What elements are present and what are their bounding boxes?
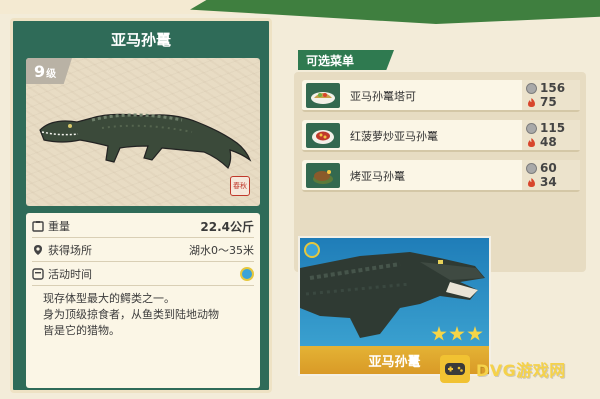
menu-item[interactable]: 红菠萝炒亚马孙鼍 115 48	[302, 120, 580, 152]
creature-info-box: 重量 22.4公斤 获得场所 湖水0～35米 活动时间 现存体型最大的鳄类之一。…	[26, 213, 260, 388]
daytime-icon	[304, 242, 320, 258]
flame-icon	[526, 177, 537, 188]
coin-icon	[526, 82, 537, 94]
game-screen: 亚马孙鼍 9 级 春秋 重量 22.4公斤 获得场所 湖水0～35米 活动时间 …	[0, 0, 600, 399]
level-badge: 9 级	[26, 58, 72, 84]
description-line: 现存体型最大的鳄类之一。	[43, 292, 175, 305]
flame-icon	[526, 97, 537, 108]
dish-name: 烤亚马孙鼍	[350, 170, 405, 183]
dish-price: 156	[540, 81, 566, 95]
dish-stats: 115 48	[522, 120, 580, 150]
divider	[32, 285, 254, 286]
location-pin-icon	[32, 244, 44, 256]
price-line: 115	[526, 121, 565, 135]
taste-line: 34	[526, 175, 557, 189]
menu-section-title: 可选菜单	[298, 50, 394, 70]
underwater-background	[300, 238, 489, 346]
taste-line: 75	[526, 95, 557, 109]
star-icon	[467, 326, 483, 341]
location-label: 获得场所	[48, 244, 92, 257]
level-unit: 级	[46, 69, 57, 80]
creature-portrait-card: 9 级 春秋	[26, 58, 260, 206]
coin-icon	[526, 162, 537, 174]
creature-detail-panel: 亚马孙鼍 9 级 春秋 重量 22.4公斤 获得场所 湖水0～35米 活动时间 …	[10, 18, 272, 393]
description-line: 皆是它的猎物。	[43, 324, 120, 337]
artist-seal: 春秋	[230, 176, 250, 196]
clock-icon	[32, 268, 44, 280]
site-watermark: DVG游戏网	[440, 352, 590, 386]
dish-stats: 60 34	[522, 160, 580, 190]
taste-line: 48	[526, 135, 557, 149]
price-line: 156	[526, 81, 565, 95]
flame-icon	[526, 137, 537, 148]
star-icon	[431, 326, 447, 341]
weight-label: 重量	[48, 220, 70, 233]
menu-item[interactable]: 亚马孙鼍塔可 156 75	[302, 80, 580, 112]
dish-name: 亚马孙鼍塔可	[350, 90, 416, 103]
dish-taste: 48	[540, 135, 557, 149]
dish-taste: 34	[540, 175, 557, 189]
dish-price: 60	[540, 161, 557, 175]
description-line: 身为顶级掠食者，从鱼类到陆地动物	[43, 308, 219, 321]
dish-taste: 75	[540, 95, 557, 109]
divider	[32, 237, 254, 238]
star-icon	[449, 326, 465, 341]
coin-icon	[526, 122, 537, 134]
rarity-stars	[431, 326, 483, 342]
dish-stats: 156 75	[522, 80, 580, 110]
divider	[32, 261, 254, 262]
weight-value: 22.4公斤	[200, 219, 254, 234]
creature-title: 亚马孙鼍	[110, 31, 171, 49]
price-line: 60	[526, 161, 557, 175]
menu-item[interactable]: 烤亚马孙鼍 60 34	[302, 160, 580, 192]
watermark-text: DVG游戏网	[476, 361, 566, 380]
taco-dish-icon	[306, 83, 340, 108]
daytime-icon	[240, 267, 254, 281]
dish-price: 115	[540, 121, 566, 135]
gamepad-logo-icon	[440, 355, 470, 383]
crocodile-sketch-icon	[39, 113, 252, 170]
pineapple-stirfry-dish-icon	[306, 123, 340, 148]
scale-icon	[32, 220, 44, 232]
roast-dish-icon	[306, 163, 340, 188]
dish-name: 红菠萝炒亚马孙鼍	[350, 130, 438, 143]
activity-label: 活动时间	[48, 268, 92, 281]
creature-description: 现存体型最大的鳄类之一。 身为顶级掠食者，从鱼类到陆地动物 皆是它的猎物。	[43, 291, 248, 339]
weight-row: 重量 22.4公斤	[32, 217, 254, 235]
level-number: 9	[34, 61, 46, 81]
location-value: 湖水0～35米	[189, 244, 254, 257]
activity-row: 活动时间	[32, 265, 254, 283]
location-row: 获得场所 湖水0～35米	[32, 241, 254, 259]
